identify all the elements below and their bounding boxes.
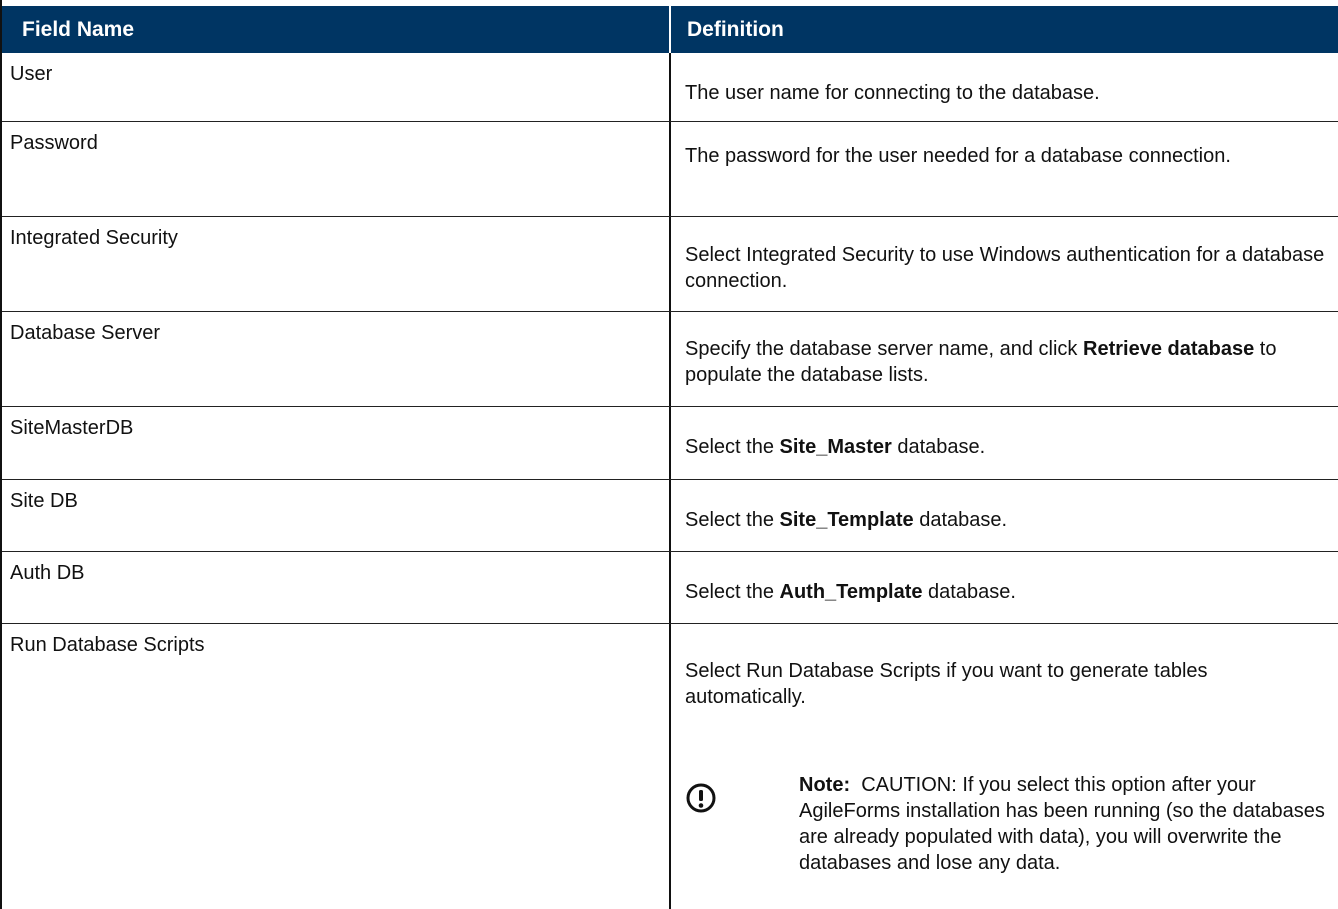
field-name-auth-db: Auth DB <box>10 562 85 584</box>
field-name-sitemasterdb: SiteMasterDB <box>10 417 134 439</box>
retrieve-database-label: Retrieve database <box>1083 338 1255 360</box>
field-definition-table: Field Name Definition User The user name… <box>0 0 1338 909</box>
caution-icon <box>686 783 716 813</box>
definition-database-server: Specify the database server name, and cl… <box>685 338 1277 386</box>
table-row: Database Server Specify the database ser… <box>2 312 1338 407</box>
table-header: Field Name Definition <box>2 6 1338 53</box>
table-row: Password The password for the user neede… <box>2 122 1338 217</box>
table-row: Integrated Security Select Integrated Se… <box>2 217 1338 312</box>
field-name-site-db: Site DB <box>10 490 78 512</box>
table-row: SiteMasterDB Select the Site_Master data… <box>2 407 1338 480</box>
field-name-integrated-security: Integrated Security <box>10 227 178 249</box>
table-row: Auth DB Select the Auth_Template databas… <box>2 552 1338 624</box>
field-name-user: User <box>10 63 53 85</box>
definition-user: The user name for connecting to the data… <box>685 82 1100 104</box>
header-field-name: Field Name <box>22 18 135 41</box>
table-row: Site DB Select the Site_Template databas… <box>2 480 1338 552</box>
header-divider <box>669 6 671 53</box>
definition-auth-db: Select the Auth_Template database. <box>685 581 1016 603</box>
field-name-run-database-scripts: Run Database Scripts <box>10 634 205 656</box>
definition-site-db: Select the Site_Template database. <box>685 509 1008 531</box>
definition-password: The password for the user needed for a d… <box>685 145 1231 167</box>
note-body: CAUTION: If you select this option after… <box>799 774 1325 874</box>
note-label: Note: <box>799 774 851 796</box>
note-text: Note: CAUTION: If you select this option… <box>799 772 1329 876</box>
header-definition: Definition <box>687 18 784 41</box>
field-name-database-server: Database Server <box>10 322 161 344</box>
definition-sitemasterdb: Select the Site_Master database. <box>685 436 986 458</box>
field-name-password: Password <box>10 132 98 154</box>
table-row: User The user name for connecting to the… <box>2 53 1338 122</box>
definition-integrated-security: Select Integrated Security to use Window… <box>685 244 1325 292</box>
definition-run-database-scripts: Select Run Database Scripts if you want … <box>685 660 1208 708</box>
